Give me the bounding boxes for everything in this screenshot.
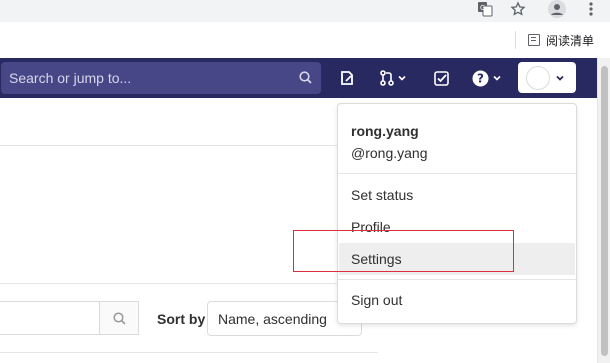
star-icon[interactable] bbox=[509, 0, 527, 18]
chevron-down-icon bbox=[398, 75, 406, 81]
search-input[interactable] bbox=[1, 61, 291, 95]
merge-request-icon bbox=[380, 70, 394, 86]
filter-search-button[interactable] bbox=[99, 301, 139, 335]
page-scrollbar[interactable] bbox=[597, 58, 610, 363]
todo-document-icon[interactable] bbox=[338, 66, 356, 90]
reading-list-label: 阅读清单 bbox=[546, 33, 595, 48]
menu-item-profile[interactable]: Profile bbox=[339, 211, 575, 243]
merge-request-dropdown[interactable] bbox=[376, 66, 410, 90]
translate-icon[interactable]: G bbox=[476, 0, 494, 18]
menu-icon[interactable] bbox=[582, 0, 600, 18]
dropdown-handle[interactable]: @rong.yang bbox=[351, 145, 427, 161]
search-icon[interactable] bbox=[299, 71, 312, 84]
bookmark-separator bbox=[515, 31, 516, 49]
scrollbar-thumb[interactable] bbox=[601, 66, 608, 356]
help-dropdown[interactable]: ? bbox=[469, 66, 503, 90]
browser-toolbar: G bbox=[0, 0, 610, 22]
section-divider bbox=[0, 352, 378, 353]
menu-item-set-status[interactable]: Set status bbox=[339, 179, 575, 211]
search-icon bbox=[112, 311, 126, 325]
menu-item-settings[interactable]: Settings bbox=[339, 243, 575, 275]
search-box[interactable] bbox=[1, 61, 321, 95]
filter-input[interactable] bbox=[0, 301, 100, 335]
user-menu-button[interactable] bbox=[518, 62, 576, 93]
help-icon: ? bbox=[472, 70, 488, 86]
dropdown-divider bbox=[338, 279, 576, 280]
dropdown-divider bbox=[338, 173, 576, 174]
reading-list-button[interactable]: 阅读清单 bbox=[528, 30, 594, 50]
svg-text:G: G bbox=[480, 4, 485, 12]
section-divider bbox=[0, 283, 337, 284]
user-dropdown-menu: rong.yang @rong.yang Set status Profile … bbox=[337, 103, 577, 324]
menu-item-sign-out[interactable]: Sign out bbox=[339, 284, 575, 316]
chevron-down-icon bbox=[556, 75, 564, 81]
dropdown-username[interactable]: rong.yang bbox=[351, 123, 419, 139]
chevron-down-icon bbox=[492, 75, 501, 81]
profile-icon[interactable] bbox=[546, 0, 568, 18]
issues-check-icon[interactable] bbox=[432, 66, 450, 90]
bookmarks-bar: 阅读清单 bbox=[0, 22, 610, 59]
section-divider bbox=[0, 145, 337, 146]
avatar bbox=[526, 65, 550, 90]
reading-list-icon bbox=[528, 34, 540, 46]
top-navbar: ? bbox=[0, 58, 597, 98]
sort-label: Sort by bbox=[157, 311, 206, 327]
svg-text:?: ? bbox=[477, 71, 484, 85]
